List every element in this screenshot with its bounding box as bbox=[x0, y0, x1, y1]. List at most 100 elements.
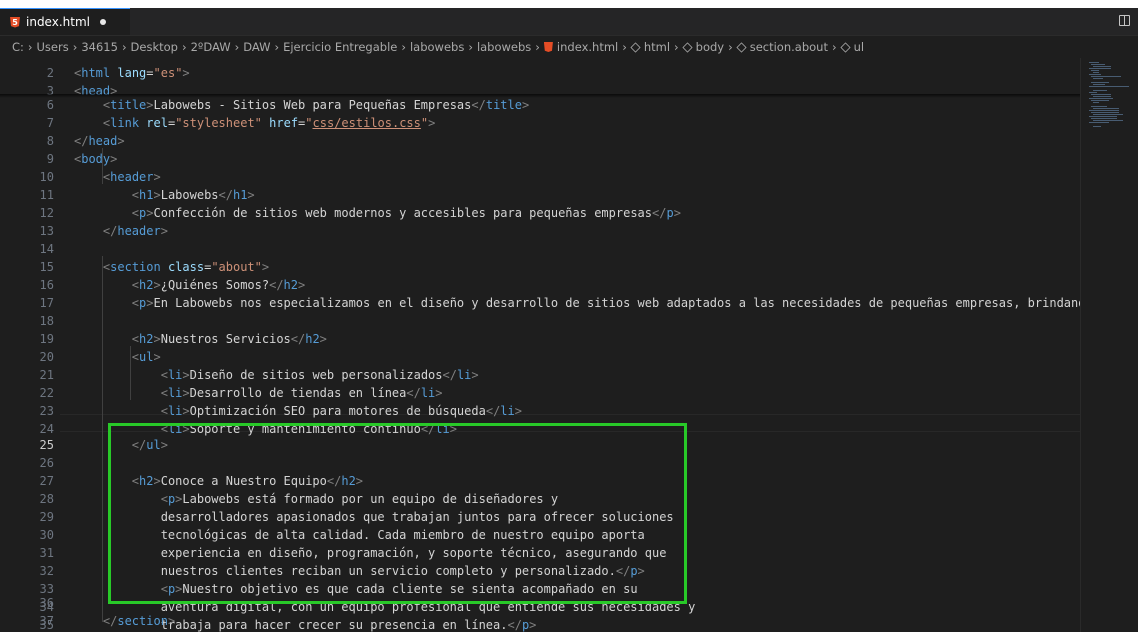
editor-tab-bar: 5 index.html bbox=[0, 8, 1138, 36]
minimap-line bbox=[1089, 74, 1101, 75]
breadcrumb-separator-icon: › bbox=[831, 40, 837, 54]
breadcrumb-separator-icon: › bbox=[401, 40, 406, 54]
breadcrumb-item[interactable]: section.about bbox=[750, 40, 828, 54]
minimap-line bbox=[1089, 68, 1111, 69]
minimap-line bbox=[1089, 116, 1117, 117]
code-line: 2 <html lang="es"> bbox=[0, 64, 1080, 82]
line-number: 15 bbox=[39, 260, 54, 274]
breadcrumb-separator-icon: › bbox=[27, 40, 33, 54]
line-number: 9 bbox=[46, 152, 54, 166]
line-number: 21 bbox=[39, 368, 54, 382]
minimap-line bbox=[1093, 78, 1103, 79]
line-number: 37 bbox=[39, 614, 54, 628]
minimap-line bbox=[1091, 64, 1105, 65]
tab-index-html[interactable]: 5 index.html bbox=[0, 8, 130, 35]
minimap-line bbox=[1089, 86, 1129, 87]
breadcrumb-item[interactable]: DAW bbox=[243, 40, 270, 54]
breadcrumb-separator-icon: › bbox=[622, 40, 627, 54]
minimap-line bbox=[1093, 108, 1119, 109]
line-number: 17 bbox=[39, 296, 54, 310]
breadcrumb-item[interactable]: ul bbox=[854, 40, 864, 54]
breadcrumb-item[interactable]: 34615 bbox=[81, 40, 118, 54]
breadcrumb-item[interactable]: Ejercicio Entregable bbox=[283, 40, 397, 54]
code-line: 29 desarrolladores apasionados que traba… bbox=[0, 508, 1080, 526]
line-number: 2 bbox=[46, 66, 54, 80]
minimap-line bbox=[1093, 72, 1099, 73]
minimap[interactable] bbox=[1080, 58, 1138, 632]
html5-icon bbox=[543, 42, 553, 52]
minimap-line bbox=[1091, 76, 1121, 77]
code-line: 14 bbox=[0, 240, 1080, 258]
breadcrumb-item[interactable]: html bbox=[644, 40, 670, 54]
code-line: 28 <p>Labowebs está formado por un equip… bbox=[0, 490, 1080, 508]
minimap-line bbox=[1093, 96, 1111, 97]
window-top-strip bbox=[0, 0, 1138, 8]
breadcrumb-separator-icon: › bbox=[674, 40, 679, 54]
minimap-line bbox=[1091, 118, 1117, 119]
code-line: 20 <ul> bbox=[0, 348, 1080, 366]
code-line: 7 <link rel="stylesheet" href="css/estil… bbox=[0, 114, 1080, 132]
code-line: 23 <li>Optimización SEO para motores de … bbox=[0, 402, 1080, 420]
breadcrumb-item[interactable]: index.html bbox=[557, 40, 618, 54]
code-line: 10 <header> bbox=[0, 168, 1080, 186]
line-number: 27 bbox=[39, 474, 54, 488]
code-line: 27 <h2>Conoce a Nuestro Equipo</h2> bbox=[0, 472, 1080, 490]
minimap-line bbox=[1091, 94, 1111, 95]
minimap-line bbox=[1089, 110, 1119, 111]
breadcrumb-item[interactable]: body bbox=[696, 40, 724, 54]
breadcrumb-item[interactable]: 2ºDAW bbox=[191, 40, 231, 54]
split-editor-icon[interactable] bbox=[1119, 15, 1130, 26]
line-number: 30 bbox=[39, 528, 54, 542]
code-line: 18 bbox=[0, 312, 1080, 330]
code-line: 19 <h2>Nuestros Servicios</h2> bbox=[0, 330, 1080, 348]
code-line: 26 bbox=[0, 454, 1080, 472]
line-number: 12 bbox=[39, 206, 54, 220]
line-number: 32 bbox=[39, 564, 54, 578]
tab-filename: index.html bbox=[26, 15, 90, 29]
code-line: 21 <li>Diseño de sitios web personalizad… bbox=[0, 366, 1080, 384]
minimap-line bbox=[1093, 120, 1123, 121]
code-line: 15 <section class="about"> bbox=[0, 258, 1080, 276]
breadcrumb-item[interactable]: labowebs bbox=[410, 40, 464, 54]
breadcrumb-separator-icon: › bbox=[234, 40, 240, 54]
code-line: 16 <h2>¿Quiénes Somos?</h2> bbox=[0, 276, 1080, 294]
code-line: 22 <li>Desarrollo de tiendas en línea</l… bbox=[0, 384, 1080, 402]
minimap-line bbox=[1091, 70, 1099, 71]
line-number: 18 bbox=[39, 314, 54, 328]
breadcrumb-separator-icon: › bbox=[181, 40, 187, 54]
breadcrumb-separator-icon: › bbox=[535, 40, 540, 54]
line-number: 14 bbox=[39, 242, 54, 256]
breadcrumb-separator-icon: › bbox=[121, 40, 127, 54]
line-number: 16 bbox=[39, 278, 54, 292]
symbol-cube-icon bbox=[840, 41, 851, 53]
html5-icon: 5 bbox=[10, 16, 20, 28]
breadcrumb-separator-icon: › bbox=[728, 40, 733, 54]
breadcrumb-item[interactable]: Desktop bbox=[131, 40, 178, 54]
line-number: 13 bbox=[39, 224, 54, 238]
minimap-line bbox=[1089, 62, 1099, 63]
symbol-cube-icon bbox=[682, 41, 693, 53]
minimap-line bbox=[1093, 84, 1105, 85]
line-number: 10 bbox=[39, 170, 54, 184]
line-number: 6 bbox=[46, 98, 54, 112]
code-line-current: 25 </ul> bbox=[0, 436, 1080, 454]
code-line: 6 <title>Labowebs - Sitios Web para Pequ… bbox=[0, 96, 1080, 114]
minimap-line bbox=[1093, 102, 1099, 103]
breadcrumb-item[interactable]: labowebs bbox=[477, 40, 531, 54]
minimap-line bbox=[1093, 90, 1107, 91]
line-number: 22 bbox=[39, 386, 54, 400]
code-line: 13 </header> bbox=[0, 222, 1080, 240]
line-number: 8 bbox=[46, 134, 54, 148]
code-editor[interactable]: 2 <html lang="es"> 3 <head> 6 <title>Labow… bbox=[0, 58, 1080, 632]
breadcrumb: C: › Users › 34615 › Desktop › 2ºDAW › DAW › Ejercic… bbox=[0, 36, 1138, 58]
line-number: 26 bbox=[39, 456, 54, 470]
unsaved-dot-icon[interactable] bbox=[99, 19, 106, 25]
breadcrumb-item[interactable]: C: bbox=[12, 40, 24, 54]
breadcrumb-item[interactable]: Users bbox=[37, 40, 69, 54]
minimap-line bbox=[1091, 106, 1107, 107]
line-number: 23 bbox=[39, 404, 54, 418]
minimap-line bbox=[1093, 114, 1123, 115]
minimap-line bbox=[1089, 122, 1109, 123]
code-line: 32 nuestros clientes reciban un servicio… bbox=[0, 562, 1080, 580]
minimap-line bbox=[1093, 66, 1111, 67]
